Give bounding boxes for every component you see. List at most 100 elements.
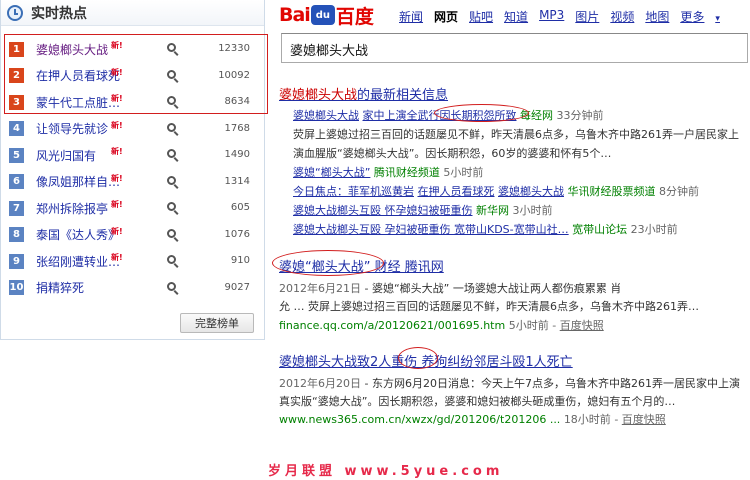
search-input[interactable]: 婆媳榔头大战 [281, 33, 748, 63]
search-icon[interactable] [167, 149, 179, 162]
nav-mp3[interactable]: MP3 [539, 8, 564, 25]
hot-word-link[interactable]: 捐精猝死 [36, 279, 148, 296]
watermark: 岁月联盟 www.5yue.com [268, 464, 504, 479]
news-item-3: 今日焦点：菲军机巡黄岩 在押人员看球死 婆媳榔头大战 华讯财经股票频道 8分钟前 [293, 183, 748, 199]
rank-badge: 10 [9, 280, 24, 296]
news-link[interactable]: 婆媳大战榔头互殴 怀孕媳妇被砸重伤 [293, 204, 473, 217]
hot-word-link[interactable]: 张绍刚遭转业… [36, 253, 148, 270]
baidu-logo[interactable]: Bai du 百度 [279, 2, 374, 28]
search-icon[interactable] [167, 255, 179, 268]
cache-link[interactable]: 百度快照 [622, 413, 666, 426]
result-snippet-line: 真实版“婆媳大战”。因长期积怨，婆婆和媳妇被榔头砸成重伤，媳妇有五个月的… [279, 395, 676, 408]
new-badge: 新! [111, 120, 123, 130]
new-badge: 新! [111, 253, 123, 262]
clock-icon [7, 4, 23, 21]
news-time: 33分钟前 [556, 109, 604, 122]
hot-word-link[interactable]: 郑州拆除报亭 [36, 200, 148, 217]
search-icon[interactable] [167, 122, 179, 136]
search-count: 1768 [224, 122, 250, 134]
rank-badge: 7 [9, 200, 24, 216]
result-url: www.news365.com.cn/xwzx/gd/201206/t20120… [279, 413, 561, 426]
new-badge: 新! [111, 173, 123, 183]
news-link[interactable]: 婆媳“榔头大战” [293, 166, 370, 179]
news-snippet-line: 演血腥版“婆媳榔头大战”。因长期积怨，60岁的婆婆和怀有5个… [293, 147, 612, 160]
search-count: 1076 [224, 228, 250, 240]
hot-item-5[interactable]: 5 风光归国有 新! 1490 [1, 142, 264, 169]
news-link[interactable]: 今日焦点：菲军机巡黄岩 [293, 185, 414, 198]
hot-list-header: 实时热点 [1, 0, 264, 26]
hot-item-10[interactable]: 10 捐精猝死 9027 [1, 275, 264, 302]
hot-word-link[interactable]: 泰国《达人秀》 [36, 226, 148, 243]
annotation-red-box [4, 34, 268, 114]
annotation-ellipse [272, 250, 384, 276]
result-url-line: finance.qq.com/a/20120621/001695.htm 5小时… [279, 319, 604, 332]
full-list-button[interactable]: 完整榜单 [180, 313, 254, 333]
hot-item-9[interactable]: 9 张绍刚遭转业… 新! 910 [1, 248, 264, 275]
hot-item-8[interactable]: 8 泰国《达人秀》 新! 1076 [1, 222, 264, 249]
hot-item-6[interactable]: 6 像凤姐那样自… 新! 1314 [1, 169, 264, 196]
hot-item-7[interactable]: 7 郑州拆除报亭 新! 605 [1, 195, 264, 222]
annotation-ellipse [434, 104, 529, 122]
news-link[interactable]: 在押人员看球死 [418, 185, 495, 198]
rank-badge: 5 [9, 147, 24, 163]
search-icon[interactable] [167, 202, 179, 215]
new-badge: 新! [111, 226, 123, 236]
nav-video[interactable]: 视频 [610, 8, 634, 25]
news-item-5: 婆媳大战榔头互殴 孕妇被砸重伤 宽带山KDS-宽带山社… 宽带山论坛 23小时前 [293, 221, 748, 237]
hot-word-link[interactable]: 让领导先就诊 [36, 120, 148, 137]
news-source: 宽带山论坛 [572, 223, 628, 236]
result-url-line: www.news365.com.cn/xwzx/gd/201206/t20120… [279, 413, 666, 426]
baidu-nav: 新闻 网页 贴吧 知道 MP3 图片 视频 地图 更多 ▾ [399, 8, 742, 25]
nav-zhidao[interactable]: 知道 [504, 8, 528, 25]
news-item-2: 婆媳“榔头大战” 腾讯财经频道 5小时前 [293, 164, 748, 180]
annotation-ellipse [398, 347, 438, 369]
rank-badge: 8 [9, 227, 24, 243]
result-time: 18小时前 [563, 413, 611, 426]
result-date: 2012年6月21日 [279, 282, 361, 295]
search-icon[interactable] [167, 228, 179, 242]
news-time: 5小时前 [443, 166, 484, 179]
news-item-4: 婆媳大战榔头互殴 怀孕媳妇被砸重伤 新华网 3小时前 [293, 202, 748, 218]
news-time: 3小时前 [512, 204, 553, 217]
search-count: 605 [230, 202, 250, 213]
news-snippet-line: 荧屏上婆媳过招三百回的话题屡见不鲜，昨天清晨6点多，乌鲁木齐中路261弄一户居民… [293, 128, 739, 141]
news-link[interactable]: 婆媳榔头大战 [293, 109, 359, 122]
result-snippet-line: 允 … 荧屏上婆媳过招三百回的话题屡见不鲜，昨天清晨6点多，乌鲁木齐中路261弄… [279, 300, 699, 313]
nav-images[interactable]: 图片 [575, 8, 599, 25]
result-time: 5小时前 [508, 319, 549, 332]
nav-tieba[interactable]: 贴吧 [469, 8, 493, 25]
chevron-down-icon: ▾ [715, 14, 720, 24]
search-count: 910 [230, 255, 250, 266]
search-count: 1314 [224, 175, 250, 187]
nav-more[interactable]: 更多 ▾ [680, 8, 731, 25]
nav-web[interactable]: 网页 [434, 8, 458, 25]
news-source: 华讯财经股票频道 [567, 185, 656, 198]
rank-badge: 4 [9, 121, 24, 137]
search-count: 9027 [224, 281, 250, 293]
new-badge: 新! [111, 147, 123, 156]
paw-icon: du [310, 5, 335, 25]
result-snippet: 2012年6月21日 - 婆媳“榔头大战” 一场婆媳大战让两人都伤痕累累 肖 [279, 282, 622, 295]
news-time: 23小时前 [630, 223, 678, 236]
rank-badge: 6 [9, 174, 24, 190]
hot-word-link[interactable]: 像凤姐那样自… [36, 173, 148, 190]
hot-word-link[interactable]: 风光归国有 [36, 147, 148, 164]
news-source: 腾讯财经频道 [373, 166, 440, 179]
news-link[interactable]: 婆媳大战榔头互殴 孕妇被砸重伤 宽带山KDS-宽带山社… [293, 223, 569, 236]
hot-item-4[interactable]: 4 让领导先就诊 新! 1768 [1, 116, 264, 143]
news-time: 8分钟前 [659, 185, 699, 198]
nav-map[interactable]: 地图 [645, 8, 669, 25]
news-block-title[interactable]: 婆媳榔头大战的最新相关信息 [279, 84, 448, 103]
new-badge: 新! [111, 200, 123, 209]
hot-list-title: 实时热点 [31, 5, 87, 22]
search-icon[interactable] [167, 175, 179, 189]
result-snippet: 2012年6月20日 - 东方网6月20日消息：今天上午7点多，乌鲁木齐中路26… [279, 377, 740, 390]
result-url: finance.qq.com/a/20120621/001695.htm [279, 319, 506, 332]
result-date: 2012年6月20日 [279, 377, 361, 390]
cache-link[interactable]: 百度快照 [560, 319, 604, 332]
nav-news[interactable]: 新闻 [399, 8, 423, 25]
news-source: 新华网 [476, 204, 509, 217]
search-icon[interactable] [167, 281, 179, 295]
search-count: 1490 [224, 149, 250, 160]
news-link[interactable]: 婆媳榔头大战 [498, 185, 564, 198]
